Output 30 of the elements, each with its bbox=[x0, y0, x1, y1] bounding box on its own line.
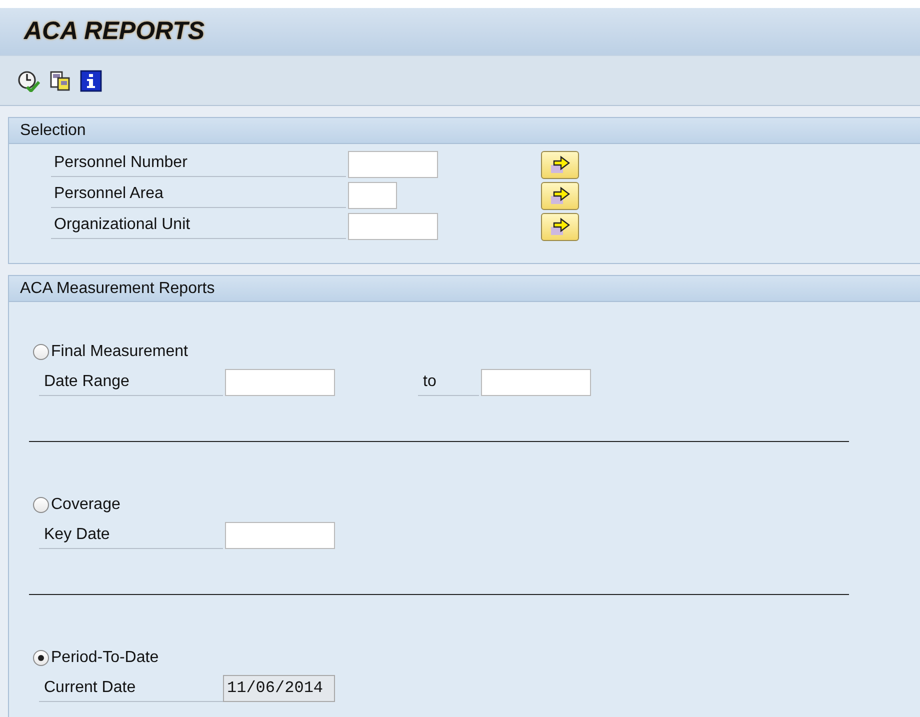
field-label: Date Range bbox=[39, 368, 223, 396]
input-field[interactable] bbox=[225, 522, 335, 548]
radio-label: Final Measurement bbox=[51, 343, 188, 361]
multiple-selection-button[interactable] bbox=[541, 150, 579, 178]
multiple-selection-button[interactable] bbox=[541, 182, 579, 210]
input-field[interactable] bbox=[348, 213, 438, 240]
input-field[interactable] bbox=[481, 368, 591, 396]
panel-title: Selection bbox=[9, 118, 920, 144]
arrow-icon bbox=[548, 186, 572, 206]
input-field[interactable] bbox=[348, 151, 438, 178]
radio-label: Coverage bbox=[51, 496, 120, 514]
field-label: to bbox=[418, 368, 479, 396]
arrow-icon bbox=[548, 154, 572, 174]
info-icon[interactable] bbox=[80, 70, 102, 92]
field-label: Key Date bbox=[39, 521, 223, 549]
radio-button[interactable] bbox=[33, 497, 49, 513]
radio-button[interactable] bbox=[33, 344, 49, 360]
input-field[interactable] bbox=[348, 182, 397, 209]
input-field[interactable] bbox=[225, 368, 335, 396]
documents-icon[interactable] bbox=[49, 70, 71, 92]
page-title: ACA REPORTS bbox=[24, 17, 205, 46]
clock-check-icon[interactable] bbox=[18, 70, 40, 92]
multiple-selection-button[interactable] bbox=[541, 212, 579, 240]
field-label: Personnel Number bbox=[51, 149, 346, 177]
radio-label: Period-To-Date bbox=[51, 649, 159, 667]
field-label: Personnel Area bbox=[51, 180, 346, 208]
panel-title: ACA Measurement Reports bbox=[9, 276, 920, 302]
radio-button[interactable] bbox=[33, 650, 49, 666]
arrow-icon bbox=[548, 216, 572, 236]
field-label: Organizational Unit bbox=[51, 211, 346, 239]
